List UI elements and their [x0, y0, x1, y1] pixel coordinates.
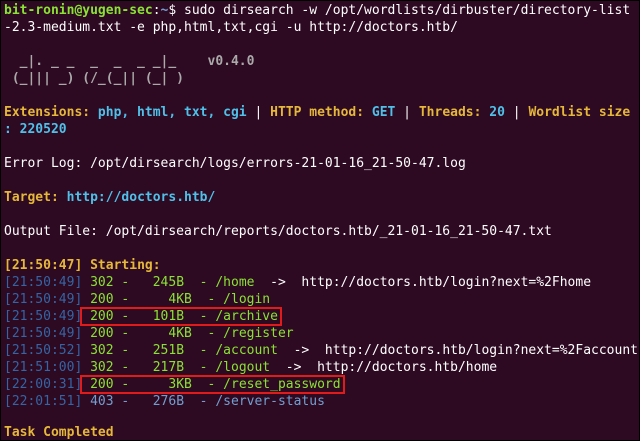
- banner-art-line-2: (_||| _) (/_(_|| (_| ): [4, 70, 208, 87]
- command-text-continued: -2.3-medium.txt -e php,html,txt,cgi -u h…: [4, 20, 458, 35]
- result-row: [21:50:49] 200 - 4KB - /register: [4, 325, 294, 342]
- result-entry: 200 - 4KB - /register: [82, 326, 294, 341]
- banner-art-line-1: _|. _ _ _ _ _ _|_ v0.4.0: [4, 53, 255, 70]
- result-entry: 302 - 217B - /logout: [82, 360, 271, 375]
- banner-version: v0.4.0: [207, 54, 255, 69]
- highlight-box: [80, 375, 345, 394]
- extensions-value: php, html, txt, cgi: [97, 105, 247, 120]
- command-line-1: bit-ronin@yugen-sec:~$ sudo dirsearch -w…: [4, 3, 631, 18]
- starting-line: [21:50:47] Starting:: [4, 257, 161, 274]
- command-text: sudo dirsearch -w /opt/wordlists/dirbust…: [176, 3, 631, 18]
- http-method-label: HTTP method:: [270, 105, 372, 120]
- banner-art-bottom: (_||| _) (/_(_|| (_| ): [4, 71, 208, 86]
- threads-value: 20: [489, 105, 505, 120]
- result-entry: 302 - 251B - /account: [82, 343, 278, 358]
- terminal-window[interactable]: bit-ronin@yugen-sec:~$ sudo dirsearch -w…: [0, 0, 640, 441]
- starting-label: Starting:: [82, 258, 161, 273]
- result-timestamp: [21:50:49]: [4, 292, 83, 307]
- result-timestamp: [21:50:49]: [4, 326, 83, 341]
- task-completed-line: Task Completed: [4, 424, 114, 440]
- result-redirect: -> http://doctors.htb/login?next=%2Fhome: [254, 275, 592, 290]
- result-timestamp: [22:01:51]: [4, 394, 83, 409]
- prompt-user-host: bit-ronin@yugen-sec: [4, 3, 153, 18]
- target-line: Target: http://doctors.htb/: [4, 189, 215, 206]
- result-redirect: -> http://doctors.htb/login?next=%2Facco…: [277, 343, 638, 358]
- highlight-box: [80, 307, 282, 326]
- http-method-value: GET: [371, 105, 396, 120]
- output-file-line: Output File: /opt/dirsearch/reports/doct…: [4, 224, 552, 239]
- result-entry: 200 - 4KB - /login: [82, 292, 271, 307]
- result-row: [21:51:00] 302 - 217B - /logout -> http:…: [4, 359, 497, 376]
- starting-time: [21:50:47]: [4, 258, 83, 273]
- result-timestamp: [21:51:00]: [4, 360, 83, 375]
- result-row: [21:50:49] 200 - 4KB - /login: [4, 291, 270, 308]
- result-timestamp: [21:50:49]: [4, 309, 83, 324]
- target-label: Target:: [4, 190, 67, 205]
- command-line-2: -2.3-medium.txt -e php,html,txt,cgi -u h…: [4, 19, 458, 36]
- threads-label: Threads:: [418, 105, 490, 120]
- target-value: http://doctors.htb/: [66, 190, 216, 205]
- wordlist-size-label: Wordlist size: [528, 105, 631, 120]
- result-timestamp: [22:00:31]: [4, 377, 83, 392]
- banner-art-top: _|. _ _ _ _ _ _|_: [4, 54, 208, 69]
- result-row: [21:50:52] 302 - 251B - /account -> http…: [4, 342, 638, 359]
- result-row: [21:50:49] 302 - 245B - /home -> http://…: [4, 274, 591, 291]
- config-line-2: : 220520: [4, 121, 67, 138]
- error-log-line: Error Log: /opt/dirsearch/logs/errors-21…: [4, 156, 466, 171]
- extensions-label: Extensions:: [4, 105, 98, 120]
- result-row: [22:01:51] 403 - 276B - /server-status: [4, 393, 325, 410]
- result-timestamp: [21:50:52]: [4, 343, 83, 358]
- config-line: Extensions: php, html, txt, cgi | HTTP m…: [4, 105, 631, 120]
- result-redirect: -> http://doctors.htb/home: [270, 360, 498, 375]
- result-timestamp: [21:50:49]: [4, 275, 83, 290]
- wordlist-size-value: : 220520: [4, 122, 67, 137]
- task-completed: Task Completed: [4, 425, 114, 440]
- result-entry: 403 - 276B - /server-status: [82, 394, 325, 409]
- result-entry: 302 - 245B - /home: [82, 275, 255, 290]
